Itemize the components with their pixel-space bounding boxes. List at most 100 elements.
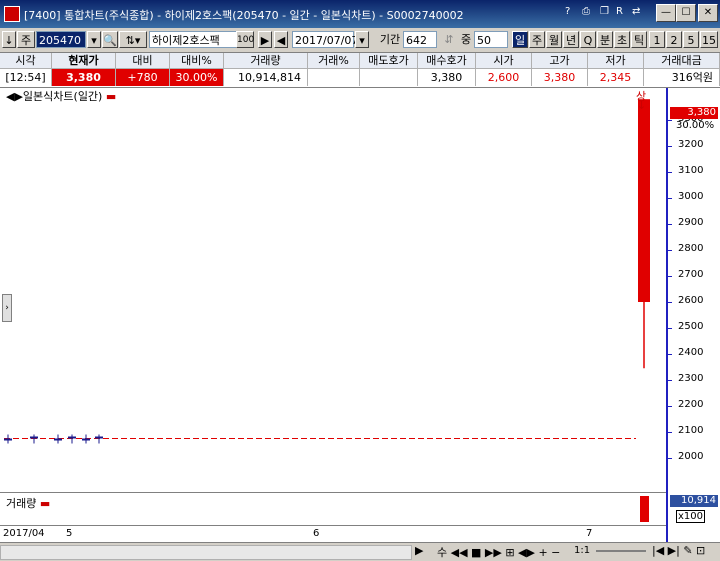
y-tick-mark bbox=[668, 224, 672, 225]
y-tick-mark bbox=[668, 276, 672, 277]
range-second-button[interactable]: 초 bbox=[614, 31, 630, 48]
help-icon[interactable]: ? bbox=[565, 6, 570, 17]
x-label-may: 5 bbox=[66, 528, 73, 539]
y-tick-mark bbox=[668, 120, 672, 121]
maximize-button[interactable]: ☐ bbox=[676, 4, 696, 22]
price-chart[interactable] bbox=[0, 88, 666, 543]
pct-input[interactable]: 50 bbox=[474, 31, 508, 48]
close-button[interactable]: ✕ bbox=[698, 4, 718, 22]
y-tick-label: 2000 bbox=[678, 451, 704, 462]
stock-name-badge[interactable]: 100 bbox=[236, 31, 254, 48]
y-tick-label: 2800 bbox=[678, 243, 704, 254]
y-tick-mark bbox=[668, 146, 672, 147]
value-current-price: 3,380 bbox=[52, 69, 116, 86]
date-input[interactable]: 2017/07/07 bbox=[292, 31, 358, 48]
volume-value-tag: 10,914 bbox=[670, 495, 718, 507]
y-tick-label: 2900 bbox=[678, 217, 704, 228]
header-high: 고가 bbox=[532, 53, 588, 69]
y-tick-label: 2300 bbox=[678, 373, 704, 384]
value-ask bbox=[360, 69, 418, 86]
range-15-button[interactable]: 15 bbox=[700, 31, 718, 48]
y-tick-label: 2700 bbox=[678, 269, 704, 280]
y-tick-label: 2100 bbox=[678, 425, 704, 436]
range-tick-button[interactable]: 틱 bbox=[631, 31, 647, 48]
stock-code-input[interactable]: 205470 bbox=[36, 31, 86, 48]
value-time: [12:54] bbox=[0, 69, 52, 86]
zoom-level: 1:1 bbox=[574, 545, 591, 556]
link-icon[interactable]: ⇄ bbox=[632, 6, 640, 17]
x-label-start: 2017/04 bbox=[3, 528, 45, 539]
prev-icon[interactable]: ◀ bbox=[274, 31, 288, 48]
last-candle-body bbox=[638, 99, 650, 302]
value-low: 2,345 bbox=[588, 69, 644, 86]
header-change: 대비 bbox=[116, 53, 170, 69]
current-price-tag: 3,380 bbox=[670, 107, 718, 119]
stock-mode-button[interactable]: 주 bbox=[17, 31, 35, 48]
y-tick-label: 2200 bbox=[678, 399, 704, 410]
next-icon[interactable]: ▶ bbox=[258, 31, 272, 48]
header-ask: 매도호가 bbox=[360, 53, 418, 69]
pct-label: 중 bbox=[460, 33, 472, 46]
value-volume-pct bbox=[308, 69, 360, 86]
value-volume: 10,914,814 bbox=[224, 69, 308, 86]
page-controls[interactable]: |◀ ▶| ✎ ⊡ bbox=[652, 544, 705, 557]
range-month-button[interactable]: 월 bbox=[546, 31, 562, 48]
range-minute-button[interactable]: 분 bbox=[597, 31, 613, 48]
code-dropdown-icon[interactable]: ▾ bbox=[87, 31, 101, 48]
range-day-button[interactable]: 일 bbox=[512, 31, 528, 48]
refresh-icon[interactable]: R bbox=[616, 6, 623, 17]
app-icon bbox=[4, 6, 20, 22]
range-2-button[interactable]: 2 bbox=[666, 31, 682, 48]
header-current-price: 현재가 bbox=[52, 53, 116, 69]
range-5-button[interactable]: 5 bbox=[683, 31, 699, 48]
header-bid: 매수호가 bbox=[418, 53, 476, 69]
navigation-controls[interactable]: 수 ◀◀ ■ ▶▶ ⊞ ◀▶ + − bbox=[437, 544, 560, 560]
value-bid: 3,380 bbox=[418, 69, 476, 86]
value-change: +780 bbox=[116, 69, 170, 86]
copy-icon[interactable]: ❐ bbox=[600, 6, 609, 17]
y-tick-label: 2600 bbox=[678, 295, 704, 306]
range-1-button[interactable]: 1 bbox=[649, 31, 665, 48]
value-trade-value: 316억원 bbox=[644, 69, 720, 86]
spin-icon[interactable]: ⇵ bbox=[441, 31, 457, 48]
y-tick-label: 3100 bbox=[678, 165, 704, 176]
header-trade-value: 거래대금 bbox=[644, 53, 720, 69]
volume-label: 거래량 ▬ bbox=[6, 497, 51, 510]
period-input[interactable]: 642 bbox=[403, 31, 437, 48]
volume-divider bbox=[0, 492, 666, 493]
y-tick-mark bbox=[668, 198, 672, 199]
range-year-button[interactable]: 년 bbox=[563, 31, 579, 48]
range-week-button[interactable]: 주 bbox=[529, 31, 545, 48]
title-bar: [7400] 통합차트(주식종합) - 하이제2호스팩(205470 - 일간 … bbox=[0, 0, 720, 28]
zoom-slider[interactable] bbox=[596, 550, 646, 552]
header-open: 시가 bbox=[476, 53, 532, 69]
sort-icon[interactable]: ⇅▾ bbox=[119, 31, 147, 48]
volume-bar-last bbox=[640, 496, 649, 522]
down-arrow-button[interactable]: ↓ bbox=[2, 31, 16, 48]
x-label-june: 6 bbox=[313, 528, 320, 539]
search-icon[interactable]: 🔍 bbox=[102, 31, 118, 48]
scroll-track[interactable] bbox=[0, 545, 412, 560]
y-tick-mark bbox=[668, 250, 672, 251]
y-tick-mark bbox=[668, 328, 672, 329]
scroll-right-icon[interactable]: ▶ bbox=[415, 544, 423, 557]
stock-name-text: 하이제2호스팩 bbox=[152, 34, 220, 47]
volume-unit: x100 bbox=[676, 510, 706, 523]
value-high: 3,380 bbox=[532, 69, 588, 86]
print-icon[interactable]: ⎙ bbox=[582, 6, 590, 17]
minimize-button[interactable]: — bbox=[656, 4, 676, 22]
y-tick-label: 2500 bbox=[678, 321, 704, 332]
range-quarter-button[interactable]: Q bbox=[580, 31, 596, 48]
y-tick-mark bbox=[668, 302, 672, 303]
y-tick-mark bbox=[668, 432, 672, 433]
date-dropdown-icon[interactable]: ▾ bbox=[355, 31, 369, 48]
header-low: 저가 bbox=[588, 53, 644, 69]
header-volume-pct: 거래% bbox=[308, 53, 360, 69]
x-label-july: 7 bbox=[586, 528, 593, 539]
change-pct-tag: 30.00% bbox=[676, 120, 715, 131]
quote-table: 시각 현재가 대비 대비% 거래량 거래% 매도호가 매수호가 시가 고가 저가… bbox=[0, 53, 720, 87]
y-tick-mark bbox=[668, 380, 672, 381]
y-tick-mark bbox=[668, 406, 672, 407]
chart-area[interactable]: ◀▶일본식차트(일간) ▬ › 2000 2100 2200 2300 2400 2500… bbox=[0, 87, 720, 543]
status-bar: ▶ 수 ◀◀ ■ ▶▶ ⊞ ◀▶ + − 1:1 |◀ ▶| ✎ ⊡ bbox=[0, 542, 720, 561]
